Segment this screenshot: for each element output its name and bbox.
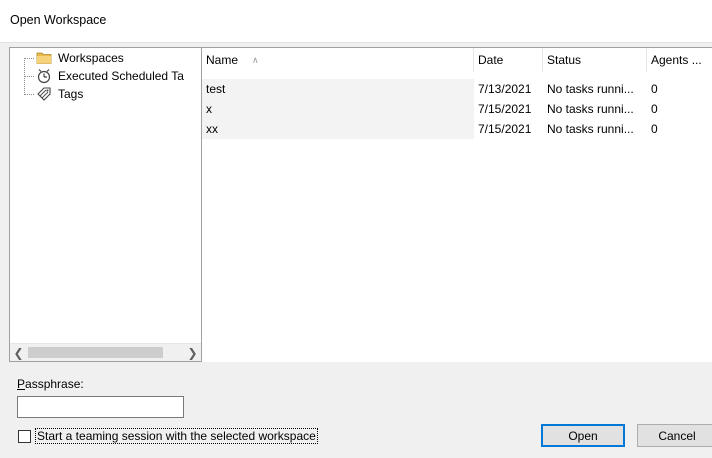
passphrase-label: Passphrase: [17,377,84,391]
tree-connector [24,94,34,95]
cell-status: No tasks runni... [547,102,634,116]
cell-agents: 0 [651,102,658,116]
sort-ascending-icon: ∧ [252,54,259,65]
column-header-name[interactable]: Name ∧ [202,48,474,72]
cell-date: 7/13/2021 [478,82,532,96]
scheduled-task-icon [36,68,52,84]
teaming-session-checkbox[interactable] [18,429,31,443]
table-row[interactable]: x 7/15/2021 No tasks runni... 0 [202,99,712,119]
list-header: Name ∧ Date Status Agents ... [202,48,712,72]
cell-name: test [206,82,226,96]
tag-icon [36,86,52,102]
table-row[interactable]: test 7/13/2021 No tasks runni... 0 [202,79,712,99]
cell-name: xx [206,122,218,136]
cancel-button[interactable]: Cancel [637,424,712,447]
cell-date: 7/15/2021 [478,102,532,116]
cell-status: No tasks runni... [547,82,634,96]
folder-icon [36,50,52,66]
teaming-session-label: Start a teaming session with the selecte… [35,428,318,444]
title-bar: Open Workspace [0,0,712,43]
open-button[interactable]: Open [541,424,625,447]
workspace-list[interactable]: Name ∧ Date Status Agents ... test 7/13/… [202,47,712,362]
cell-agents: 0 [651,82,658,96]
window-title: Open Workspace [10,13,107,27]
cell-date: 7/15/2021 [478,122,532,136]
passphrase-input[interactable] [17,396,184,418]
scrollbar-thumb[interactable] [28,347,163,358]
tree-item-workspaces[interactable]: Workspaces [36,49,126,67]
cell-status: No tasks runni... [547,122,634,136]
cell-name: x [206,102,212,116]
category-tree[interactable]: Workspaces Executed Scheduled Ta Tags ❮ … [9,47,202,362]
column-header-status[interactable]: Status [543,48,647,72]
cell-agents: 0 [651,122,658,136]
column-header-agents[interactable]: Agents ... [647,48,712,72]
tree-horizontal-scrollbar[interactable]: ❮ ❯ [10,343,201,361]
table-row[interactable]: xx 7/15/2021 No tasks runni... 0 [202,119,712,139]
tree-item-tags[interactable]: Tags [36,85,85,103]
column-header-date[interactable]: Date [474,48,543,72]
tree-item-executed-scheduled-tasks[interactable]: Executed Scheduled Ta [36,67,186,85]
tree-connector [24,76,34,77]
scroll-right-arrow-icon[interactable]: ❯ [184,344,201,361]
teaming-session-option[interactable]: Start a teaming session with the selecte… [18,427,318,445]
scroll-left-arrow-icon[interactable]: ❮ [10,344,27,361]
tree-connector [24,58,34,59]
